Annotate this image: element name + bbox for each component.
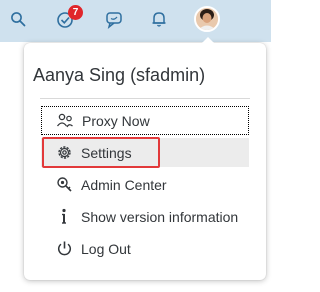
proxy-users-icon xyxy=(56,112,74,130)
menu-item-label: Proxy Now xyxy=(82,112,150,129)
menu-caret xyxy=(201,37,215,44)
menu-item-settings[interactable]: Settings xyxy=(41,138,249,167)
gear-icon xyxy=(55,144,73,162)
user-name: Aanya Sing (sfadmin) xyxy=(33,65,206,85)
menu-item-label: Settings xyxy=(81,144,132,161)
search-icon[interactable] xyxy=(7,8,29,30)
power-icon xyxy=(55,240,73,258)
menu-item-version-info[interactable]: Show version information xyxy=(41,202,249,231)
menu-item-label: Log Out xyxy=(81,240,131,257)
menu-item-admin-center[interactable]: Admin Center xyxy=(41,170,249,199)
shell-bar: 7 xyxy=(0,0,271,42)
admin-key-icon xyxy=(55,176,73,194)
menu-divider xyxy=(40,98,250,99)
menu-item-label: Admin Center xyxy=(81,176,167,193)
info-icon xyxy=(55,208,73,226)
user-avatar[interactable] xyxy=(194,6,220,32)
menu-item-proxy-now[interactable]: Proxy Now xyxy=(41,106,249,135)
menu-item-log-out[interactable]: Log Out xyxy=(41,234,249,263)
bell-icon[interactable] xyxy=(148,8,170,30)
menu-item-label: Show version information xyxy=(81,208,239,225)
notification-badge: 7 xyxy=(68,5,83,20)
feedback-chat-icon[interactable] xyxy=(103,8,125,30)
